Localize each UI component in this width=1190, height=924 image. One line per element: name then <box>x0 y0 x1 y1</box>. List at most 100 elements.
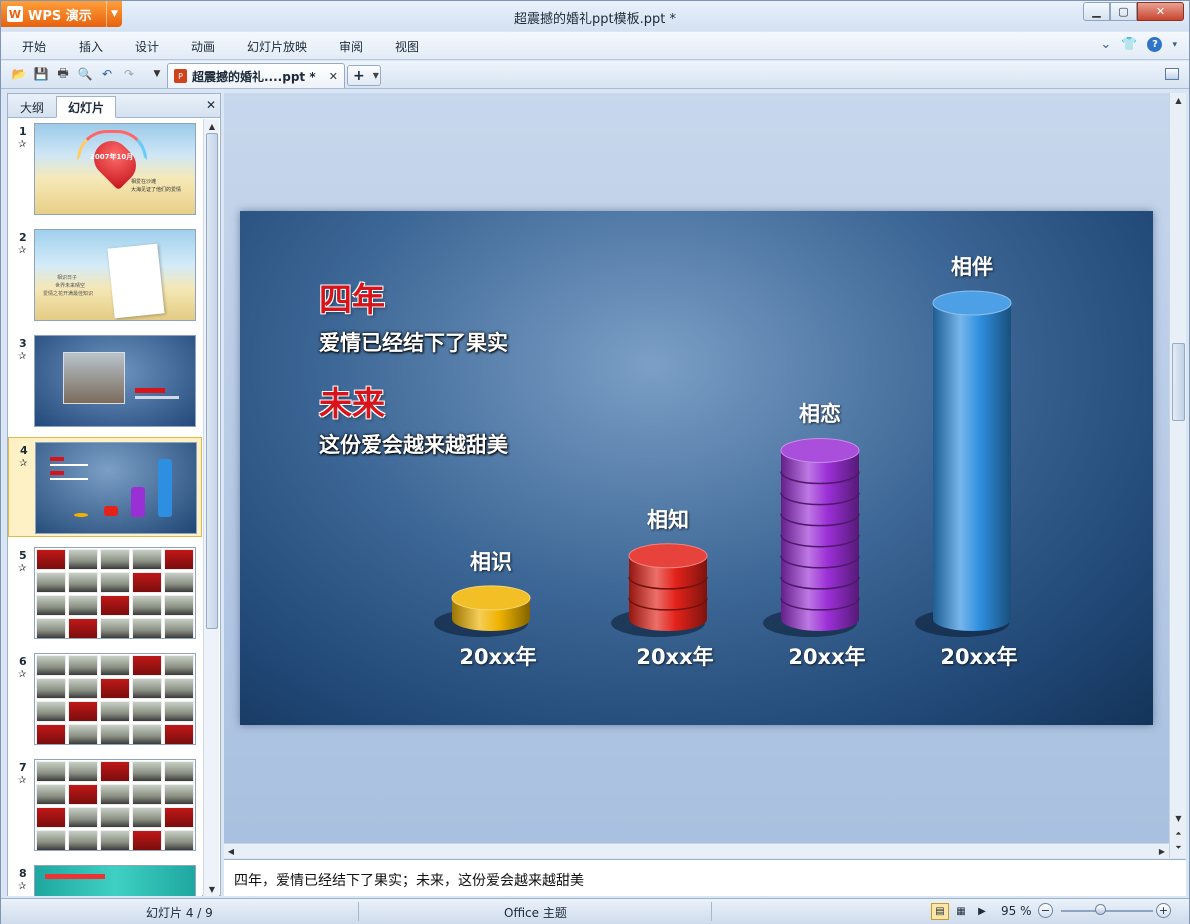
menu-design[interactable]: 设计 <box>135 38 159 55</box>
print-preview-icon[interactable]: 🔍 <box>77 66 93 82</box>
tab-slides[interactable]: 幻灯片 <box>56 96 116 118</box>
scroll-right-icon[interactable]: ▶ <box>1155 844 1169 858</box>
menu-animation[interactable]: 动画 <box>191 38 215 55</box>
skin-shirt-icon[interactable]: 👕 <box>1121 37 1137 52</box>
notes-text[interactable]: 四年，爱情已经结下了果实；未来，这份爱会越来越甜美 <box>234 870 584 890</box>
tab-outline[interactable]: 大纲 <box>10 96 54 118</box>
maximize-button[interactable]: ▢ <box>1110 2 1137 21</box>
chart-category-label[interactable]: 相伴 <box>912 251 1032 281</box>
scroll-thumb[interactable] <box>1172 343 1185 421</box>
photo-tile <box>36 595 66 616</box>
help-dropdown-icon[interactable]: ▾ <box>1172 40 1177 50</box>
task-pane-toggle-icon[interactable] <box>1165 68 1179 80</box>
zoom-level[interactable]: 95 % <box>1001 904 1032 918</box>
slide-sorter-view-icon[interactable]: ▦ <box>952 903 970 920</box>
previous-slide-icon[interactable]: ⏶ <box>1170 827 1187 841</box>
menu-review[interactable]: 审阅 <box>339 38 363 55</box>
chart-year-label[interactable]: 20xx年 <box>767 641 887 671</box>
chart-bar-1 <box>434 585 531 637</box>
menu-insert[interactable]: 插入 <box>79 38 103 55</box>
open-folder-icon[interactable]: 📂 <box>11 66 27 82</box>
slide-thumbnail-5[interactable]: 5 ✰ <box>8 543 202 643</box>
slide-thumbnail-4-selected[interactable]: 4 ✰ <box>8 437 202 537</box>
undo-icon[interactable]: ↶ <box>99 66 115 82</box>
chart-year-label[interactable]: 20xx年 <box>919 641 1039 671</box>
save-icon[interactable]: 💾 <box>33 66 49 82</box>
chevron-down-icon[interactable]: ⌄ <box>1100 37 1111 52</box>
chart-bar-4 <box>915 290 1012 637</box>
close-tab-icon[interactable]: ✕ <box>329 70 338 83</box>
editor-vertical-scrollbar[interactable]: ▲ ▼ ⏶ ⏷ <box>1169 93 1186 858</box>
speaker-notes[interactable]: 四年，爱情已经结下了果实；未来，这份爱会越来越甜美 <box>224 859 1186 896</box>
slide-thumbnail-7[interactable]: 7 ✰ <box>8 755 202 855</box>
slide-thumbnail-list: 1 ✰ 2007年10月 相爱在沙滩 大海见证了他们的爱情 2 ✰ 相识日子 世… <box>8 119 202 896</box>
animation-star-icon: ✰ <box>18 563 27 574</box>
close-icon: ✕ <box>1155 5 1166 18</box>
chart-category-label[interactable]: 相知 <box>608 504 728 534</box>
print-icon[interactable]: 🖶 <box>55 66 71 82</box>
scroll-thumb[interactable] <box>206 133 218 629</box>
photo-tile <box>36 618 66 638</box>
normal-view-icon[interactable]: ▤ <box>931 903 949 920</box>
help-icon[interactable]: ? <box>1147 37 1163 52</box>
theme-name[interactable]: Office 主题 <box>504 904 567 921</box>
slides-panel-scrollbar[interactable]: ▲ ▼ <box>203 119 219 896</box>
scroll-down-icon[interactable]: ▼ <box>204 882 220 896</box>
photo-tile <box>68 549 98 570</box>
new-tab-button[interactable]: + ▼ <box>347 65 381 86</box>
slide-thumbnail-3[interactable]: 3 ✰ <box>8 331 202 431</box>
slide-thumbnail-8[interactable]: 8 ✰ <box>8 861 202 896</box>
menu-view[interactable]: 视图 <box>395 38 419 55</box>
photo-tile <box>132 655 162 676</box>
chart-category-label[interactable]: 相恋 <box>760 398 880 428</box>
next-slide-icon[interactable]: ⏷ <box>1170 841 1187 855</box>
animation-star-icon: ✰ <box>18 139 27 150</box>
slide-number: 5 <box>19 549 27 562</box>
slide-thumbnail-6[interactable]: 6 ✰ <box>8 649 202 749</box>
photo-tile <box>68 784 98 805</box>
photo-tile <box>132 807 162 828</box>
photo-tile <box>68 678 98 699</box>
chart-category-label[interactable]: 相识 <box>431 546 551 576</box>
thumb-text: 大海见证了他们的爱情 <box>131 187 182 193</box>
zoom-slider-thumb[interactable] <box>1094 904 1106 915</box>
slide-thumbnail-1[interactable]: 1 ✰ 2007年10月 相爱在沙滩 大海见证了他们的爱情 <box>8 119 202 219</box>
menu-bar: 开始 插入 设计 动画 幻灯片放映 审阅 视图 ⌄ 👕 ? ▾ <box>1 32 1189 60</box>
slideshow-view-icon[interactable]: ▶ <box>973 903 991 920</box>
photo-tile <box>100 761 130 782</box>
photo-tile <box>36 572 66 593</box>
slide-thumbnail-image <box>34 759 196 851</box>
minimize-button[interactable]: ▁ <box>1083 2 1110 21</box>
chart-year-label[interactable]: 20xx年 <box>615 641 735 671</box>
document-tab[interactable]: P 超震撼的婚礼....ppt * ✕ <box>167 63 345 88</box>
photo-card-shape <box>107 243 165 319</box>
slide-thumbnail-image <box>34 547 196 639</box>
chart-year-label[interactable]: 20xx年 <box>438 641 558 671</box>
scroll-up-icon[interactable]: ▲ <box>1170 93 1187 107</box>
customize-toolbar-icon[interactable]: ▼ <box>149 66 165 82</box>
scroll-left-icon[interactable]: ◀ <box>224 844 238 858</box>
animation-star-icon: ✰ <box>18 245 27 256</box>
zoom-out-icon[interactable]: − <box>1038 903 1053 918</box>
current-slide[interactable]: 四年 爱情已经结下了果实 未来 这份爱会越来越甜美 相识 20xx年 相知 20xx年… <box>240 211 1153 725</box>
animation-star-icon: ✰ <box>19 458 28 469</box>
zoom-in-icon[interactable]: + <box>1156 903 1171 918</box>
chevron-down-icon[interactable]: ▼ <box>373 71 379 80</box>
ppt-file-icon: P <box>174 69 187 83</box>
editor-horizontal-scrollbar[interactable]: ◀ ▶ <box>224 843 1169 858</box>
redo-icon[interactable]: ↷ <box>121 66 137 82</box>
scroll-down-icon[interactable]: ▼ <box>1170 811 1187 825</box>
close-window-button[interactable]: ✕ <box>1137 2 1184 21</box>
thumb-text: 世界未来晴空 <box>55 283 86 289</box>
menu-slideshow[interactable]: 幻灯片放映 <box>247 38 307 55</box>
photo-tile <box>100 724 130 744</box>
photo-tile <box>132 549 162 570</box>
menu-home[interactable]: 开始 <box>22 38 46 55</box>
slide-thumbnail-2[interactable]: 2 ✰ 相识日子 世界未来晴空 爱情之花开满最佳知识 <box>8 225 202 325</box>
close-panel-icon[interactable]: ✕ <box>206 98 216 112</box>
zoom-slider-track[interactable] <box>1061 910 1153 912</box>
scroll-up-icon[interactable]: ▲ <box>204 119 220 133</box>
text-line-shape <box>50 478 88 480</box>
red-cylinder-shape <box>104 506 118 516</box>
red-heading-shape <box>45 874 105 879</box>
